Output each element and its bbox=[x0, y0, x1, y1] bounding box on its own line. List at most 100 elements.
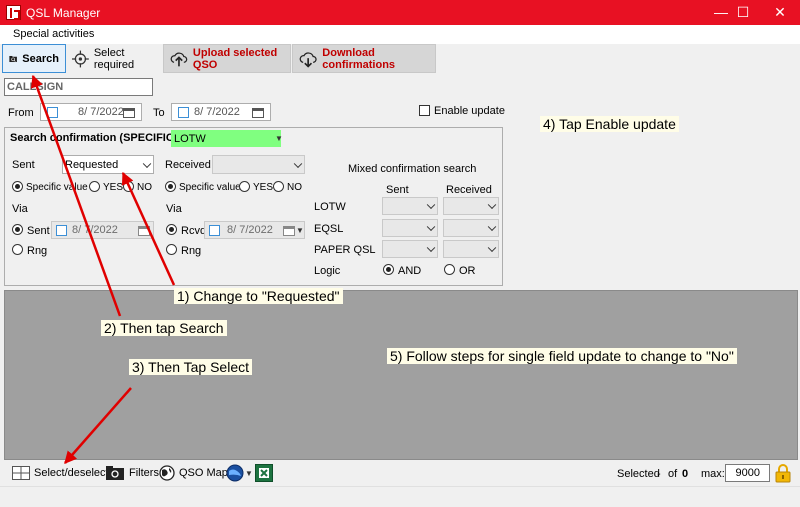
title-bar: QSL Manager — ☐ ✕ bbox=[0, 0, 800, 25]
calendar-icon[interactable] bbox=[283, 225, 295, 236]
received-specific-value-radio[interactable] bbox=[165, 181, 176, 192]
globe-icon bbox=[159, 465, 175, 481]
search-icon bbox=[9, 55, 17, 62]
bottom-strip bbox=[0, 486, 800, 507]
toolbar: Search Select required Upload selected Q… bbox=[0, 44, 800, 74]
callsign-placeholder: CALLSIGN bbox=[7, 81, 64, 93]
calendar-icon[interactable] bbox=[123, 107, 135, 118]
chevron-down-icon: ▼ bbox=[275, 134, 283, 143]
earth-icon bbox=[226, 464, 244, 482]
received-yes-radio[interactable] bbox=[239, 181, 250, 192]
mixed-received-header: Received bbox=[446, 184, 492, 196]
qso-map-label: QSO Map bbox=[179, 467, 228, 479]
logic-or-radio[interactable] bbox=[444, 264, 455, 275]
chevron-down-icon bbox=[487, 200, 497, 210]
mixed-lotw-sent-select[interactable] bbox=[382, 197, 438, 215]
sent-no-radio[interactable] bbox=[123, 181, 134, 192]
window-title: QSL Manager bbox=[26, 6, 101, 20]
sent-via-radio[interactable] bbox=[12, 224, 23, 235]
mixed-paper-received-select[interactable] bbox=[443, 240, 499, 258]
results-grid[interactable] bbox=[4, 290, 798, 460]
google-earth-button[interactable]: ▼ bbox=[226, 464, 253, 482]
chevron-down-icon: ▼ bbox=[245, 468, 253, 478]
select-deselect-label: Select/deselect bbox=[34, 467, 109, 479]
mixed-lotw-received-select[interactable] bbox=[443, 197, 499, 215]
select-required-label: Select required bbox=[93, 46, 135, 71]
received-label: Received bbox=[165, 159, 211, 171]
callsign-input[interactable]: CALLSIGN bbox=[4, 78, 153, 96]
sent-status-select[interactable]: Requested bbox=[62, 155, 154, 174]
menu-special-activities[interactable]: Special activities bbox=[13, 28, 94, 40]
rcvd-via-date-picker[interactable]: 8/ 7/2022 ▼ bbox=[204, 221, 305, 239]
grid-select-icon bbox=[12, 466, 30, 480]
max-records-value: 9000 bbox=[735, 467, 760, 479]
received-via-label: Via bbox=[166, 203, 182, 215]
received-no-radio[interactable] bbox=[273, 181, 284, 192]
lock-icon[interactable] bbox=[775, 463, 791, 483]
sent-yes-label: YES bbox=[103, 182, 124, 193]
group-title: Search confirmation (SPECIFIC) bbox=[10, 132, 178, 144]
rcvd-rng-radio[interactable] bbox=[166, 244, 177, 255]
sent-rng-radio[interactable] bbox=[12, 244, 23, 255]
to-date-value: 8/ 7/2022 bbox=[194, 106, 240, 118]
select-required-button[interactable]: Select required bbox=[66, 44, 162, 73]
logic-or-label: OR bbox=[459, 265, 476, 277]
rcvd-via-date-checkbox[interactable] bbox=[209, 225, 220, 236]
excel-export-button[interactable] bbox=[255, 464, 273, 482]
mixed-eqsl-sent-select[interactable] bbox=[382, 219, 438, 237]
service-value: LOTW bbox=[174, 133, 206, 145]
from-date-picker[interactable]: 8/ 7/2022 bbox=[40, 103, 142, 121]
rcvd-via-radio[interactable] bbox=[166, 224, 177, 235]
to-date-checkbox[interactable] bbox=[178, 107, 189, 118]
logic-and-label: AND bbox=[398, 265, 422, 277]
received-status-select[interactable] bbox=[212, 155, 305, 174]
filters-button[interactable]: Filters bbox=[105, 465, 159, 481]
upload-selected-qso-button[interactable]: Upload selected QSO bbox=[163, 44, 291, 73]
download-confirmations-label: Download confirmations bbox=[322, 46, 396, 71]
selected-count: - bbox=[657, 468, 661, 480]
rcvd-via-text: Rcvd bbox=[181, 225, 207, 237]
calendar-icon[interactable] bbox=[138, 225, 150, 236]
sent-via-date-checkbox[interactable] bbox=[56, 225, 67, 236]
chevron-down-icon bbox=[426, 243, 436, 253]
enable-update-checkbox[interactable] bbox=[419, 105, 430, 116]
sent-via-label: Via bbox=[12, 203, 28, 215]
close-button[interactable]: ✕ bbox=[757, 0, 800, 25]
from-date-checkbox[interactable] bbox=[47, 107, 58, 118]
mixed-paper-sent-select[interactable] bbox=[382, 240, 438, 258]
annotation-step-1: 1) Change to "Requested" bbox=[174, 288, 343, 304]
qso-map-button[interactable]: QSO Map bbox=[159, 465, 228, 481]
mixed-eqsl-received-select[interactable] bbox=[443, 219, 499, 237]
mixed-search-title: Mixed confirmation search bbox=[348, 163, 477, 175]
upload-selected-qso-label: Upload selected QSO bbox=[192, 46, 278, 71]
mixed-row-paper-label: PAPER QSL bbox=[314, 244, 376, 256]
annotation-step-5: 5) Follow steps for single field update … bbox=[387, 348, 737, 364]
sent-yes-radio[interactable] bbox=[89, 181, 100, 192]
calendar-icon[interactable] bbox=[252, 107, 264, 118]
annotation-step-4: 4) Tap Enable update bbox=[540, 116, 679, 132]
received-yes-label: YES bbox=[253, 182, 274, 193]
chevron-down-icon bbox=[426, 200, 436, 210]
download-confirmations-button[interactable]: Download confirmations bbox=[292, 44, 436, 73]
to-date-picker[interactable]: 8/ 7/2022 bbox=[171, 103, 271, 121]
sent-via-date-value: 8/ 7/2022 bbox=[72, 224, 118, 236]
select-deselect-button[interactable]: Select/deselect bbox=[12, 466, 109, 480]
chevron-down-icon: ▼ bbox=[296, 226, 304, 235]
received-no-label: NO bbox=[287, 182, 302, 193]
cloud-download-icon bbox=[299, 51, 317, 68]
chevron-down-icon bbox=[487, 222, 497, 232]
search-button-label: Search bbox=[22, 52, 59, 65]
logic-and-radio[interactable] bbox=[383, 264, 394, 275]
sent-specific-value-label: Specific value bbox=[26, 182, 88, 193]
selected-label: Selected bbox=[617, 468, 660, 480]
app-icon bbox=[6, 5, 21, 20]
sent-via-date-picker[interactable]: 8/ 7/2022 bbox=[51, 221, 154, 239]
chevron-down-icon bbox=[426, 222, 436, 232]
annotation-step-3: 3) Then Tap Select bbox=[129, 359, 253, 375]
service-select[interactable]: LOTW ▼ bbox=[171, 130, 283, 147]
crosshair-icon bbox=[72, 50, 89, 67]
sent-specific-value-radio[interactable] bbox=[12, 181, 23, 192]
max-records-input[interactable]: 9000 bbox=[725, 464, 770, 482]
search-button[interactable]: Search bbox=[2, 44, 66, 73]
sent-status-value: Requested bbox=[65, 159, 119, 171]
